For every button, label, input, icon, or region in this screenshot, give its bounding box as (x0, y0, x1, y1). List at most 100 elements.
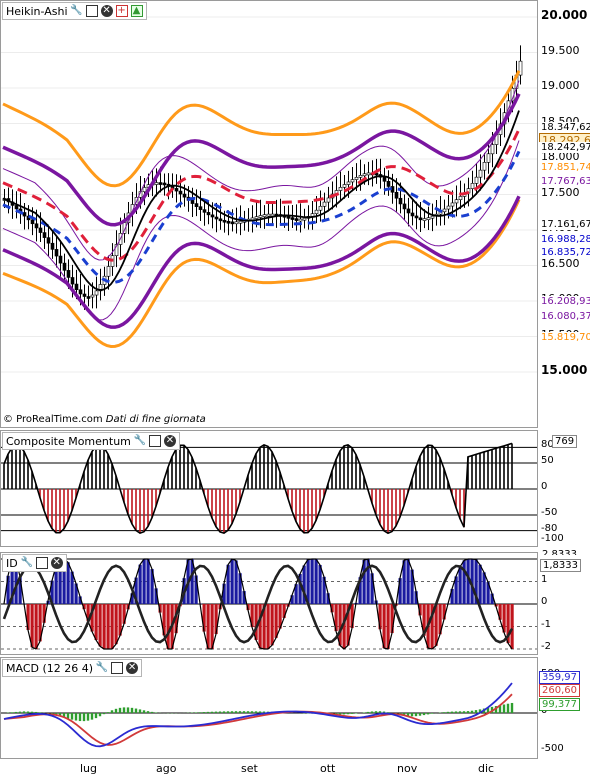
id-bar (271, 604, 274, 645)
heikin-ashi-candle (415, 216, 418, 218)
macd-histogram-bar (451, 712, 453, 713)
id-bar (483, 572, 486, 604)
price-chart-panel[interactable]: Heikin-Ashi 🔧 ✕ + ▲ © ProRealTime.com Da… (0, 0, 538, 428)
heikin-ashi-candle (367, 173, 370, 175)
macd-histogram-bar (231, 711, 233, 713)
id-bar (95, 604, 98, 640)
macd-value-tag: 99,377 (539, 698, 580, 711)
move-up-icon[interactable]: ▲ (131, 5, 143, 17)
window-icon[interactable] (86, 5, 98, 17)
id-panel[interactable]: ID 🔧 ✕ (0, 552, 538, 655)
macd-histogram-bar (39, 712, 41, 713)
heikin-ashi-candle (259, 216, 262, 218)
id-chart-canvas[interactable] (1, 553, 538, 655)
wrench-icon[interactable]: 🔧 (134, 435, 146, 447)
heikin-ashi-candle (23, 212, 26, 216)
price-chart-canvas[interactable] (1, 1, 538, 428)
id-bar (479, 565, 482, 604)
macd-histogram-bar (427, 713, 429, 714)
close-icon[interactable]: ✕ (101, 5, 113, 17)
heikin-ashi-candle (263, 215, 266, 217)
macd-histogram-bar (239, 711, 241, 713)
heikin-ashi-candle (359, 175, 362, 177)
x-axis-month-label: lug (80, 762, 97, 775)
momentum-y-tick: -80 (541, 523, 557, 534)
id-y-tick: 1 (541, 574, 547, 585)
price-value-tag: 16.988,28 (539, 234, 590, 245)
window-icon[interactable] (36, 557, 48, 569)
macd-histogram-bar (415, 713, 417, 716)
heikin-ashi-candle (175, 188, 178, 191)
credit-text: © ProRealTime.com Dati di fine giornata (3, 414, 206, 425)
macd-histogram-bar (151, 712, 153, 713)
heikin-ashi-candle (363, 174, 366, 176)
id-bar (459, 567, 462, 604)
heikin-ashi-candle (383, 177, 386, 181)
macd-histogram-bar (83, 713, 85, 721)
macd-histogram-bar (351, 713, 353, 714)
macd-histogram-bar (455, 711, 457, 713)
id-bar (115, 604, 118, 644)
heikin-ashi-candle (407, 209, 410, 213)
momentum-panel[interactable]: Composite Momentum 🔧 ✕ (0, 430, 538, 547)
momentum-panel-title: Composite Momentum (6, 435, 131, 448)
heikin-ashi-candle (475, 177, 478, 183)
macd-panel-toolbar: MACD (12 26 4) 🔧 ✕ (2, 659, 142, 677)
id-bar (463, 560, 466, 604)
macd-histogram-bar (379, 711, 381, 713)
macd-histogram-bar (127, 707, 129, 713)
heikin-ashi-candle (143, 187, 146, 191)
macd-histogram-bar (35, 712, 37, 713)
wrench-icon[interactable]: 🔧 (96, 662, 108, 674)
close-icon[interactable]: ✕ (126, 662, 138, 674)
heikin-ashi-candle (455, 200, 458, 203)
macd-histogram-bar (475, 710, 477, 713)
x-axis-month-label: set (241, 762, 258, 775)
heikin-ashi-candle (199, 207, 202, 210)
heikin-ashi-candle (291, 218, 294, 220)
price-y-tick: 17.500 (541, 186, 580, 199)
macd-histogram-bar (355, 713, 357, 714)
x-axis-month-label: dic (478, 762, 494, 775)
macd-histogram-bar (367, 712, 369, 713)
wrench-icon[interactable]: 🔧 (21, 557, 33, 569)
heikin-ashi-candle (319, 206, 322, 210)
add-indicator-icon[interactable]: + (116, 5, 128, 17)
close-icon[interactable]: ✕ (164, 435, 176, 447)
momentum-y-tick: -100 (541, 533, 564, 544)
close-icon[interactable]: ✕ (51, 557, 63, 569)
macd-value-tag: 359,97 (539, 671, 580, 684)
heikin-ashi-candle (491, 145, 494, 154)
window-icon[interactable] (111, 662, 123, 674)
id-bar (147, 559, 150, 604)
macd-panel[interactable]: MACD (12 26 4) 🔧 ✕ (0, 657, 538, 759)
heikin-ashi-candle (327, 198, 330, 202)
heikin-ashi-candle (35, 224, 38, 228)
id-bar (107, 604, 110, 649)
window-icon[interactable] (149, 435, 161, 447)
macd-histogram-bar (95, 713, 97, 718)
heikin-ashi-candle (59, 256, 62, 263)
wrench-icon[interactable]: 🔧 (71, 5, 83, 17)
macd-panel-title: MACD (12 26 4) (6, 662, 93, 675)
id-bar (407, 559, 410, 604)
heikin-ashi-candle (479, 170, 482, 177)
macd-histogram-bar (251, 711, 253, 713)
credit-source: © ProRealTime.com (3, 414, 103, 425)
heikin-ashi-candle (427, 218, 430, 220)
heikin-ashi-candle (183, 194, 186, 197)
heikin-ashi-candle (79, 290, 82, 294)
macd-histogram-bar (419, 713, 421, 716)
heikin-ashi-candle (231, 222, 234, 224)
id-value-tag-top: 2,8333 (540, 549, 579, 555)
heikin-ashi-candle (91, 295, 94, 297)
heikin-ashi-candle (303, 218, 306, 220)
price-value-tag: 17.767,63 (539, 176, 590, 187)
id-bar (511, 604, 514, 649)
price-value-tag: 18.242,97 (539, 142, 590, 153)
macd-histogram-bar (119, 708, 121, 713)
macd-histogram-bar (259, 711, 261, 713)
heikin-ashi-candle (223, 220, 226, 222)
heikin-ashi-candle (315, 210, 318, 213)
heikin-ashi-candle (195, 204, 198, 207)
